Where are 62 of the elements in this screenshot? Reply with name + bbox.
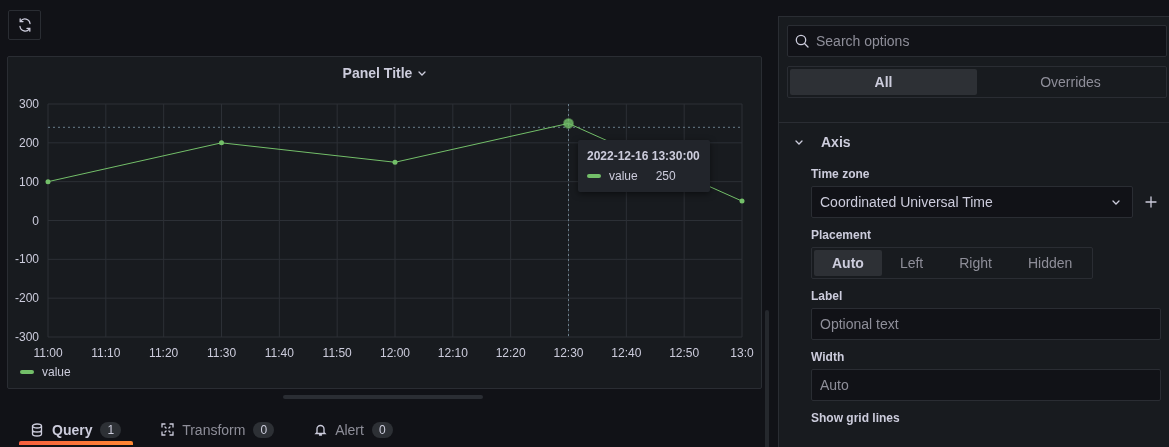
field-label: Label — [811, 289, 844, 303]
radio-option[interactable]: Left — [881, 250, 942, 276]
y-axis-label: -100 — [14, 252, 39, 267]
x-axis-label: 12:30 — [553, 346, 584, 360]
field-label: Time zone — [811, 167, 871, 181]
x-axis-label: 11:00 — [33, 346, 63, 360]
editor-tab[interactable]: Transform 0 — [149, 415, 287, 445]
y-axis-label: -300 — [14, 330, 39, 344]
radio-option[interactable]: Auto — [814, 250, 882, 276]
plus-icon[interactable] — [1145, 196, 1157, 208]
database-icon — [31, 423, 44, 437]
radio-option[interactable]: Right — [941, 250, 1010, 276]
chevron-down-icon — [1112, 199, 1120, 205]
legend-label[interactable]: value — [42, 365, 71, 379]
x-axis-label: 12:50 — [669, 346, 700, 360]
dashed-frame-icon — [161, 423, 175, 437]
x-axis-label: 11:10 — [91, 346, 121, 360]
radio-option[interactable]: Hidden — [1009, 250, 1091, 276]
x-axis-label: 12:20 — [495, 346, 526, 360]
x-axis-label: 13:0 — [730, 346, 754, 360]
x-axis-label: 12:40 — [611, 346, 642, 360]
data-point — [739, 198, 745, 204]
highlighted-point[interactable] — [563, 117, 574, 129]
data-point — [45, 179, 51, 185]
tooltip-label: value — [609, 169, 638, 183]
x-axis-label: 11:30 — [206, 346, 237, 360]
refresh-icon — [16, 17, 33, 33]
view-tab[interactable]: All — [790, 69, 977, 95]
y-axis-label: 200 — [18, 135, 39, 150]
text-field[interactable]: Optional text — [811, 308, 1161, 340]
view-tab[interactable]: Overrides — [977, 69, 1164, 95]
text-field[interactable]: Auto — [811, 369, 1161, 401]
editor-tab[interactable]: Alert 0 — [302, 415, 405, 445]
section-header[interactable]: Axis — [795, 133, 851, 151]
field-label: Placement — [811, 228, 873, 242]
refresh-button[interactable] — [8, 10, 41, 40]
y-axis-label: 300 — [18, 97, 39, 111]
data-point — [392, 159, 398, 165]
x-axis-label: 12:10 — [437, 346, 468, 360]
search-icon — [795, 34, 809, 48]
bell-icon — [314, 423, 328, 437]
select-field[interactable]: Coordinated Universal Time — [811, 186, 1133, 218]
count-badge: 0 — [371, 422, 393, 438]
y-axis-label: -200 — [14, 291, 39, 306]
field-label: Show grid lines — [811, 411, 901, 425]
tooltip-value: 250 — [655, 169, 676, 183]
x-axis-label: 11:40 — [264, 346, 294, 360]
count-badge: 1 — [100, 422, 122, 438]
count-badge: 0 — [253, 422, 275, 438]
data-point — [219, 140, 224, 146]
chevron-down-icon — [795, 139, 803, 145]
field-label: Width — [811, 350, 846, 364]
x-axis-label: 11:50 — [322, 346, 352, 360]
editor-tab[interactable]: Query 1 — [19, 415, 134, 445]
chevron-down-icon — [418, 70, 427, 76]
x-axis-label: 11:20 — [149, 346, 179, 360]
tooltip-time: 2022-12-16 13:30:00 — [587, 149, 701, 163]
y-axis-label: 100 — [18, 174, 39, 189]
x-axis-label: 12:00 — [380, 346, 410, 360]
y-axis-label: 0 — [32, 213, 39, 228]
panel-title[interactable]: Panel Title — [342, 65, 413, 81]
search-field[interactable]: Search options — [787, 25, 1167, 57]
